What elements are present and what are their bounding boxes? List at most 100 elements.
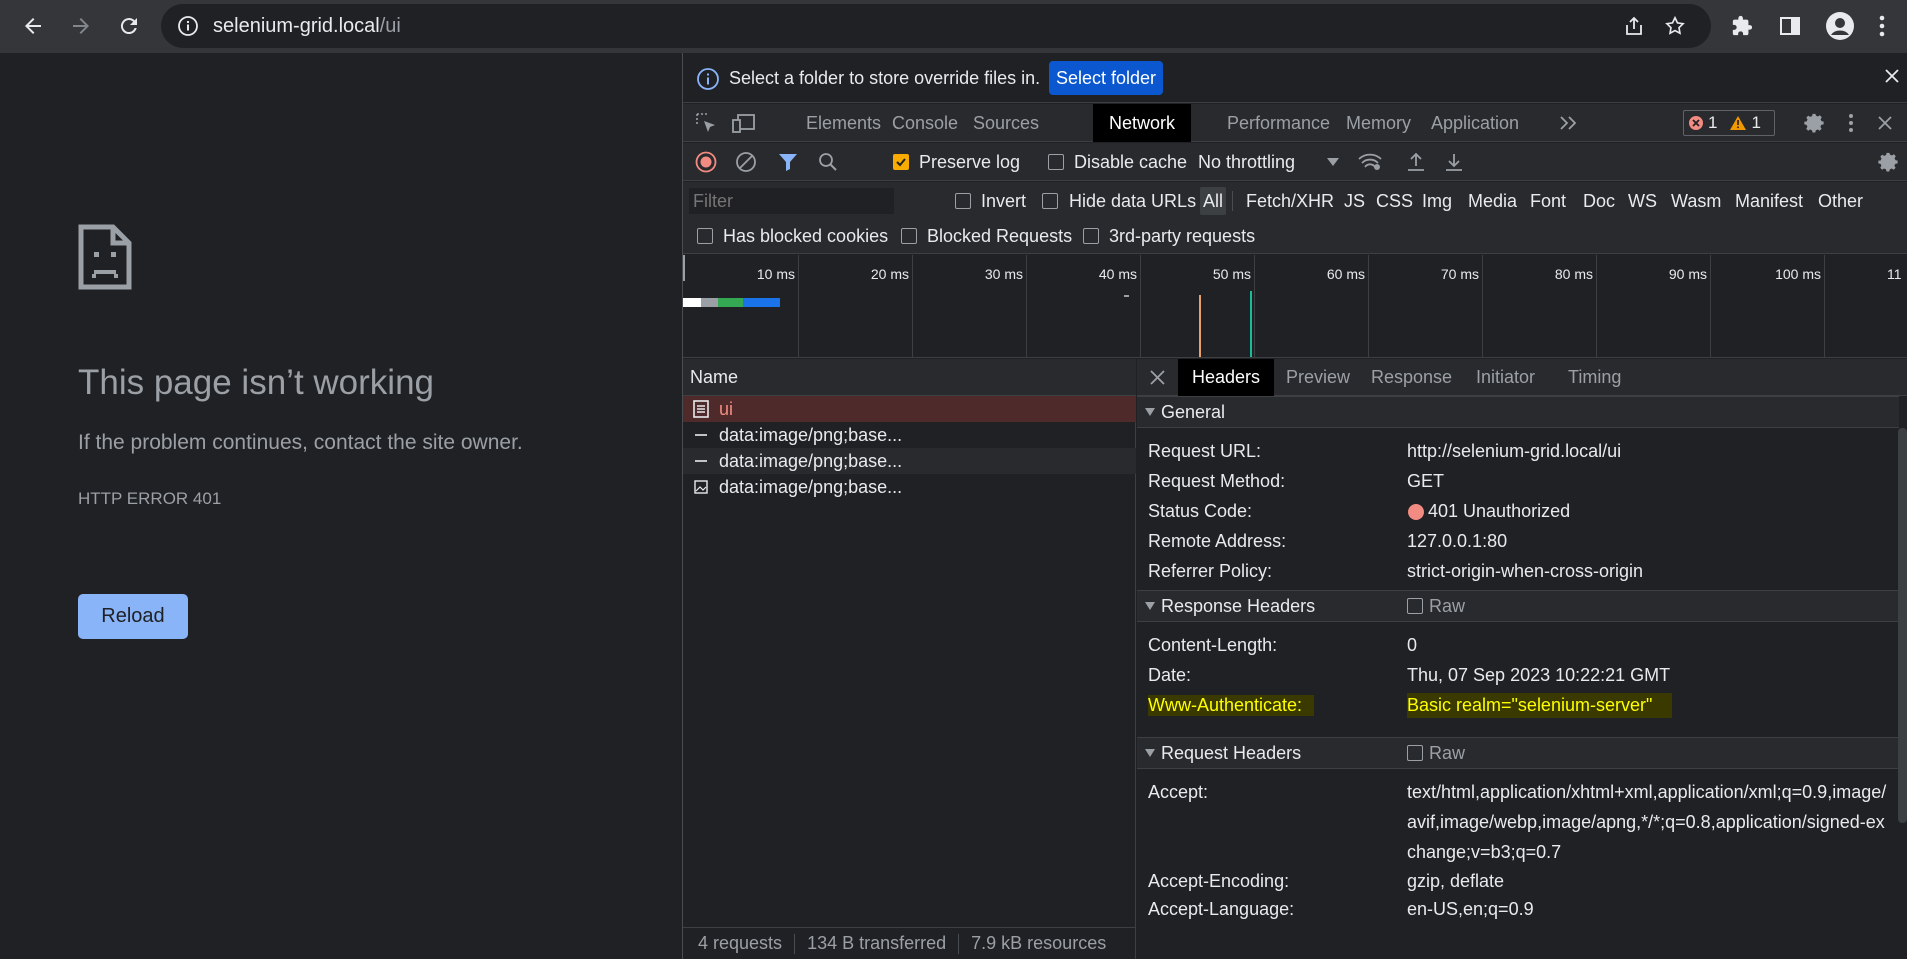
override-infobar: Select a folder to store override files … — [683, 53, 1907, 103]
back-button[interactable] — [13, 6, 53, 46]
profile-button[interactable] — [1820, 6, 1860, 46]
side-panel-button[interactable] — [1770, 6, 1810, 46]
filter-type-js[interactable]: JS — [1344, 187, 1365, 215]
timeline-gridline — [912, 255, 913, 357]
hide-data-urls-checkbox[interactable] — [1042, 187, 1058, 215]
record-stop-icon[interactable] — [691, 143, 721, 181]
blocked-requests-checkbox[interactable] — [901, 222, 917, 250]
clear-icon[interactable] — [731, 143, 761, 181]
network-overview-timeline[interactable]: 10 ms 20 ms 30 ms 40 ms 50 ms 60 ms 70 m… — [683, 255, 1907, 358]
tab-response[interactable]: Response — [1357, 359, 1466, 396]
device-toolbar-icon[interactable] — [726, 104, 762, 142]
share-button[interactable] — [1617, 9, 1651, 43]
invert-label[interactable]: Invert — [981, 187, 1026, 215]
extensions-button[interactable] — [1722, 6, 1762, 46]
filter-type-manifest[interactable]: Manifest — [1735, 187, 1803, 215]
more-tabs-icon[interactable] — [1556, 104, 1580, 142]
close-details-icon[interactable] — [1149, 369, 1166, 386]
filter-type-wasm[interactable]: Wasm — [1671, 187, 1721, 215]
filter-bar: Invert Hide data URLs All Fetch/XHR JS C… — [683, 182, 1907, 254]
filter-type-fetch-xhr[interactable]: Fetch/XHR — [1246, 187, 1334, 215]
export-har-icon[interactable] — [1439, 143, 1469, 181]
blocked-requests-label[interactable]: Blocked Requests — [927, 222, 1072, 250]
reload-button[interactable]: Reload — [78, 594, 188, 639]
tab-timing[interactable]: Timing — [1554, 359, 1635, 396]
tab-preview[interactable]: Preview — [1272, 359, 1364, 396]
raw-toggle[interactable]: Raw — [1407, 596, 1465, 617]
details-scrollbar[interactable] — [1898, 428, 1907, 823]
response-headers-section-header[interactable]: Response Headers Raw — [1137, 590, 1899, 622]
tab-headers[interactable]: Headers — [1178, 359, 1275, 396]
request-row-ui[interactable]: ui — [683, 396, 1136, 422]
tab-initiator[interactable]: Initiator — [1462, 359, 1549, 396]
tab-network[interactable]: Network — [1093, 104, 1192, 142]
details-tabbar: Headers Preview Response Initiator Timin… — [1137, 359, 1907, 396]
filter-icon[interactable] — [773, 143, 803, 181]
tab-application[interactable]: Application — [1415, 104, 1535, 142]
chrome-menu-button[interactable] — [1862, 6, 1902, 46]
filter-type-ws[interactable]: WS — [1628, 187, 1657, 215]
settings-gear-icon[interactable] — [1796, 104, 1832, 142]
address-bar[interactable]: selenium-grid.local/ui — [161, 4, 1711, 48]
inspect-element-icon[interactable] — [688, 104, 724, 142]
tab-performance[interactable]: Performance — [1211, 104, 1346, 142]
search-icon[interactable] — [813, 143, 843, 181]
resources-size: 7.9 kB resources — [971, 933, 1107, 953]
overview-handle[interactable] — [683, 255, 685, 281]
select-folder-button[interactable]: Select folder — [1049, 61, 1163, 95]
raw-toggle[interactable]: Raw — [1407, 743, 1465, 764]
filter-type-css[interactable]: CSS — [1376, 187, 1413, 215]
header-key: Request URL: — [1148, 441, 1262, 461]
filter-type-img[interactable]: Img — [1422, 187, 1452, 215]
header-key: Accept-Language: — [1148, 899, 1295, 919]
close-infobar-icon[interactable] — [1883, 67, 1901, 85]
timeline-tick: 90 ms — [1668, 266, 1707, 282]
has-blocked-cookies-checkbox[interactable] — [697, 222, 713, 250]
network-settings-icon[interactable] — [1873, 143, 1903, 181]
request-row-data-image[interactable]: data:image/png;base... — [683, 474, 1136, 500]
general-section-header[interactable]: General — [1137, 396, 1899, 428]
filter-type-all[interactable]: All — [1200, 187, 1227, 215]
status-divider — [958, 933, 960, 954]
third-party-label[interactable]: 3rd-party requests — [1109, 222, 1255, 250]
hide-data-urls-label[interactable]: Hide data URLs — [1069, 187, 1196, 215]
side-panel-icon — [1780, 17, 1800, 35]
filter-type-font[interactable]: Font — [1530, 187, 1566, 215]
request-row-data-image[interactable]: data:image/png;base... — [683, 422, 1136, 448]
throttling-select[interactable]: No throttling — [1198, 143, 1295, 181]
close-devtools-icon[interactable] — [1870, 104, 1900, 142]
filter-type-media[interactable]: Media — [1468, 187, 1517, 215]
timeline-tick: 100 ms — [1775, 266, 1821, 282]
preserve-log-checkbox[interactable] — [891, 143, 911, 181]
refresh-button[interactable] — [109, 6, 149, 46]
tab-sources[interactable]: Sources — [957, 104, 1055, 142]
import-har-icon[interactable] — [1401, 143, 1431, 181]
has-blocked-cookies-label[interactable]: Has blocked cookies — [723, 222, 888, 250]
request-name: data:image/png;base... — [719, 450, 903, 471]
disable-cache-label[interactable]: Disable cache — [1074, 143, 1187, 181]
site-info-icon[interactable] — [177, 15, 199, 37]
header-value: 127.0.0.1:80 — [1407, 531, 1508, 551]
arrow-right-icon — [73, 18, 89, 34]
throttling-dropdown-icon[interactable] — [1323, 143, 1343, 181]
filter-type-doc[interactable]: Doc — [1583, 187, 1615, 215]
third-party-checkbox[interactable] — [1083, 222, 1099, 250]
forward-button[interactable] — [61, 6, 101, 46]
url-text[interactable]: selenium-grid.local/ui — [213, 15, 401, 38]
issues-counter[interactable]: 1 1 — [1683, 110, 1775, 136]
invert-checkbox[interactable] — [955, 187, 971, 215]
transferred-size: 134 B transferred — [807, 933, 947, 953]
network-conditions-icon[interactable] — [1355, 143, 1385, 181]
preserve-log-label[interactable]: Preserve log — [919, 143, 1020, 181]
disable-cache-checkbox[interactable] — [1046, 143, 1066, 181]
filter-input[interactable] — [689, 188, 894, 214]
filter-type-other[interactable]: Other — [1818, 187, 1863, 215]
name-column-header[interactable]: Name — [683, 359, 1136, 396]
request-headers-section-header[interactable]: Request Headers Raw — [1137, 737, 1899, 769]
tab-memory[interactable]: Memory — [1330, 104, 1427, 142]
request-row-data-image[interactable]: data:image/png;base... — [683, 448, 1136, 474]
devtools-menu-icon[interactable] — [1839, 104, 1863, 142]
bookmark-button[interactable] — [1658, 9, 1692, 43]
network-toolbar: Preserve log Disable cache No throttling — [683, 143, 1907, 181]
header-value: en-US,en;q=0.9 — [1407, 899, 1534, 919]
